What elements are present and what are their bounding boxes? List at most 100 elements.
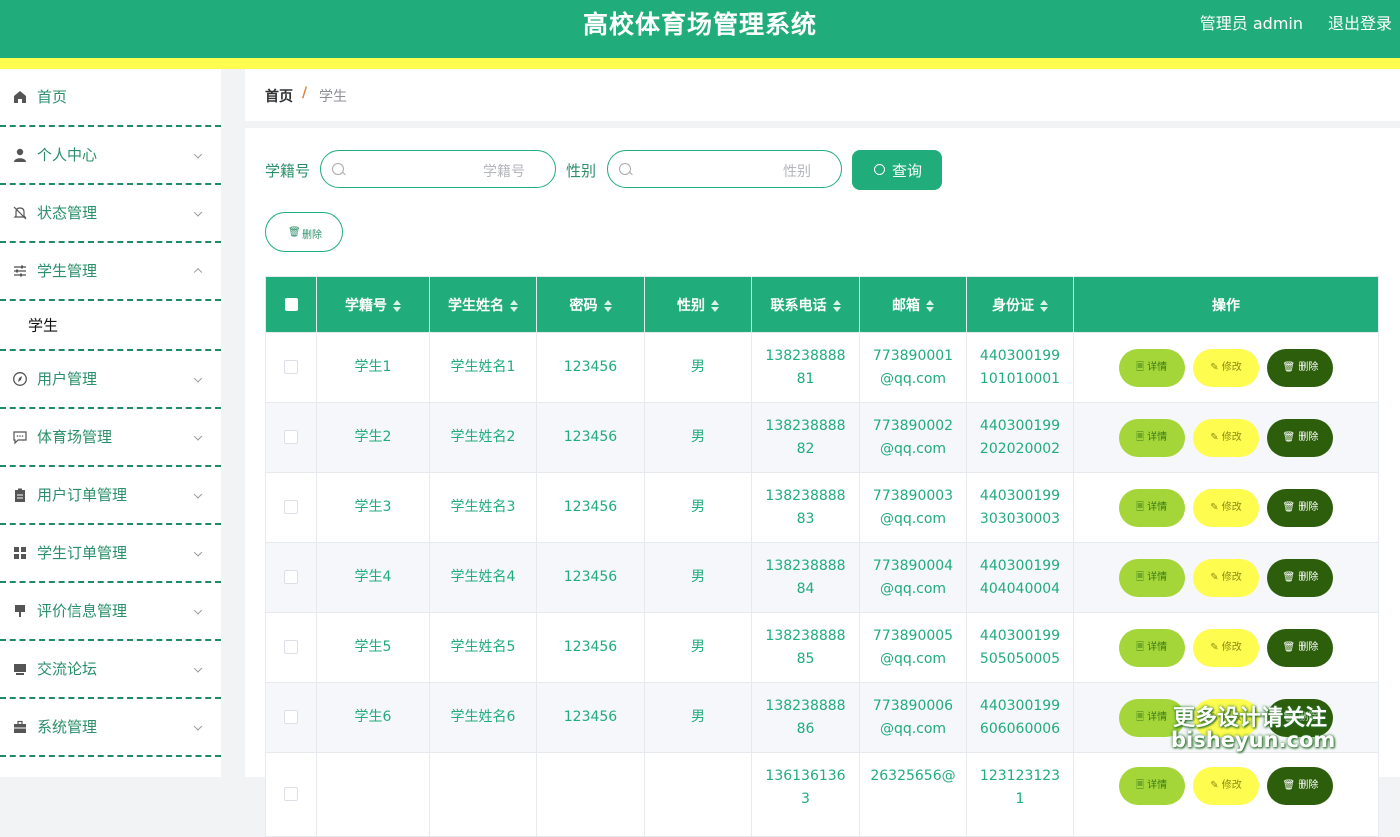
- row-checkbox[interactable]: [284, 430, 298, 444]
- clipboard-icon: [12, 487, 28, 503]
- sidebar-item-stadium-management[interactable]: 体育场管理: [0, 409, 221, 467]
- cell-name: 学生姓名2: [429, 402, 537, 473]
- column-header-idcard[interactable]: 身份证: [966, 276, 1074, 333]
- row-checkbox[interactable]: [284, 787, 298, 801]
- row-checkbox[interactable]: [284, 500, 298, 514]
- breadcrumb-home[interactable]: 首页: [265, 86, 293, 106]
- query-button-label: 查询: [892, 162, 923, 180]
- select-all-checkbox[interactable]: [284, 298, 298, 311]
- sidebar-item-system[interactable]: 系统管理: [0, 699, 221, 757]
- sidebar-item-student-orders[interactable]: 学生订单管理: [0, 525, 221, 583]
- student-table: 学籍号 学生姓名 密码 性别 联系电话 邮箱 身份证 操作 学生1 学生姓名1 …: [265, 276, 1379, 837]
- cell-password: 123456: [536, 472, 645, 543]
- cell-student-id: 学生2: [316, 402, 430, 473]
- sort-icon[interactable]: [926, 299, 934, 312]
- sidebar-subitem-student[interactable]: 学生: [0, 301, 221, 351]
- edit-button[interactable]: ✎ 修改: [1193, 488, 1259, 527]
- header-accent-stripe: [0, 58, 1400, 69]
- sort-icon[interactable]: [603, 299, 612, 312]
- sidebar-item-reviews[interactable]: 评价信息管理: [0, 583, 221, 641]
- chevron-down-icon: [193, 374, 203, 383]
- cell-idcard: 440300199404040004: [966, 542, 1074, 613]
- edit-button[interactable]: ✎ 修改: [1193, 348, 1259, 387]
- column-header-email[interactable]: 邮箱: [859, 276, 967, 333]
- cell-student-id: 学生3: [316, 472, 430, 543]
- cell-actions: 🗏 详情 ✎ 修改 🗑 删除: [1073, 402, 1379, 473]
- sort-icon[interactable]: [711, 299, 719, 312]
- sort-icon[interactable]: [1040, 299, 1048, 312]
- table-row: 1361361363 26325656@ 1231231231 🗏 详情 ✎ 修…: [265, 752, 1379, 837]
- select-all-header[interactable]: [265, 276, 317, 333]
- sidebar: 首页 个人中心 状态管理 学生管理 学生 用户管理 体育场管理 用户订单管理 学…: [0, 69, 221, 777]
- batch-delete-button[interactable]: 🗑 删除: [265, 212, 343, 252]
- edit-button[interactable]: ✎ 修改: [1193, 418, 1259, 457]
- column-header-password[interactable]: 密码: [536, 276, 645, 333]
- compass-icon: [12, 371, 28, 387]
- edit-button[interactable]: ✎ 修改: [1193, 767, 1259, 805]
- sliders-icon: [12, 263, 28, 279]
- sidebar-item-label: 用户管理: [37, 370, 98, 388]
- table-header-row: 学籍号 学生姓名 密码 性别 联系电话 邮箱 身份证 操作: [265, 276, 1379, 333]
- sidebar-item-forum[interactable]: 交流论坛: [0, 641, 221, 699]
- search-icon: [619, 163, 631, 175]
- detail-button[interactable]: 🗏 详情: [1118, 488, 1185, 527]
- cell-phone: 13823888884: [751, 542, 860, 613]
- sort-icon[interactable]: [832, 299, 841, 312]
- cell-idcard: 440300199505050005: [966, 612, 1074, 683]
- delete-button[interactable]: 🗑 删除: [1267, 348, 1334, 387]
- detail-button[interactable]: 🗏 详情: [1118, 418, 1185, 457]
- delete-button[interactable]: 🗑 删除: [1267, 628, 1334, 667]
- detail-button[interactable]: 🗏 详情: [1118, 348, 1185, 387]
- delete-button[interactable]: 🗑 删除: [1267, 558, 1334, 597]
- column-header-gender[interactable]: 性别: [644, 276, 752, 333]
- chevron-down-icon: [193, 606, 203, 615]
- row-checkbox[interactable]: [284, 570, 298, 584]
- cell-idcard: 440300199202020002: [966, 402, 1074, 473]
- student-id-input[interactable]: 学籍号: [320, 150, 556, 188]
- sidebar-item-label: 首页: [37, 88, 68, 106]
- cell-phone: 13823888885: [751, 612, 860, 683]
- table-row: 学生5 学生姓名5 123456 男 13823888885 773890005…: [265, 612, 1379, 683]
- detail-button[interactable]: 🗏 详情: [1118, 767, 1185, 805]
- detail-button[interactable]: 🗏 详情: [1118, 628, 1185, 667]
- delete-button[interactable]: 🗑 删除: [1267, 767, 1334, 805]
- delete-button[interactable]: 🗑 删除: [1267, 488, 1334, 527]
- row-checkbox[interactable]: [284, 640, 298, 654]
- cell-student-id: 学生6: [316, 682, 430, 753]
- sidebar-item-student-management[interactable]: 学生管理: [0, 243, 221, 301]
- bell-off-icon: [12, 205, 28, 221]
- batch-delete-label: 删除: [302, 230, 322, 241]
- gender-input[interactable]: 性别: [607, 150, 842, 188]
- delete-button[interactable]: 🗑 删除: [1267, 418, 1334, 457]
- cell-gender: 男: [644, 402, 752, 473]
- sidebar-item-status[interactable]: 状态管理: [0, 185, 221, 243]
- cell-name: 学生姓名6: [429, 682, 537, 753]
- sidebar-item-home[interactable]: 首页: [0, 69, 221, 127]
- edit-button[interactable]: ✎ 修改: [1193, 558, 1259, 597]
- column-header-name[interactable]: 学生姓名: [429, 276, 537, 333]
- cell-gender: 男: [644, 682, 752, 753]
- chevron-down-icon: [193, 722, 203, 731]
- sidebar-item-user-orders[interactable]: 用户订单管理: [0, 467, 221, 525]
- sort-icon[interactable]: [393, 299, 401, 312]
- logout-link[interactable]: 退出登录: [1328, 14, 1392, 34]
- chat-icon: [12, 429, 28, 445]
- query-button[interactable]: 查询: [852, 150, 942, 190]
- chevron-down-icon: [193, 208, 203, 217]
- cell-student-id: 学生5: [316, 612, 430, 683]
- detail-button[interactable]: 🗏 详情: [1118, 558, 1185, 597]
- cell-name: 学生姓名4: [429, 542, 537, 613]
- cell-email: 773890003@qq.com: [859, 472, 967, 543]
- sidebar-item-personal-center[interactable]: 个人中心: [0, 127, 221, 185]
- sidebar-item-user-management[interactable]: 用户管理: [0, 351, 221, 409]
- sort-icon[interactable]: [510, 299, 518, 312]
- cell-phone: 1361361363: [751, 752, 860, 837]
- column-header-phone[interactable]: 联系电话: [751, 276, 860, 333]
- cell-phone: 13823888882: [751, 402, 860, 473]
- edit-button[interactable]: ✎ 修改: [1193, 628, 1259, 667]
- row-checkbox[interactable]: [284, 360, 298, 374]
- cell-name: 学生姓名1: [429, 332, 537, 403]
- column-header-student-id[interactable]: 学籍号: [316, 276, 430, 333]
- user-icon: [12, 147, 28, 163]
- row-checkbox[interactable]: [284, 710, 298, 724]
